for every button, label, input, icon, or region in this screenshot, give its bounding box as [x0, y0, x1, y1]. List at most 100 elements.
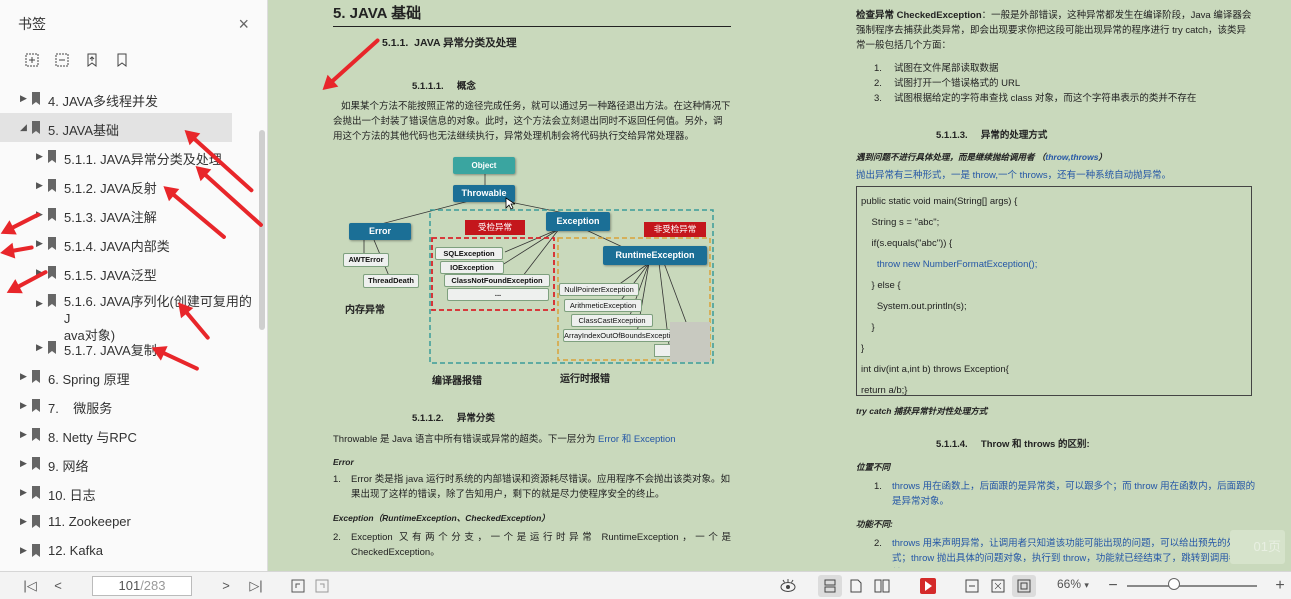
node-sqlexception: SQLException: [435, 247, 503, 260]
node-object: Object: [453, 157, 515, 174]
bookmark-icon: [48, 150, 56, 163]
tree-item-7[interactable]: ▶ 7. 微服务: [0, 391, 257, 420]
expand-arrow-icon[interactable]: ▶: [20, 487, 30, 498]
first-page-icon[interactable]: |◁: [18, 575, 42, 597]
bookmark-icon: [32, 121, 40, 134]
fit-width-icon[interactable]: [960, 575, 984, 597]
expand-arrow-icon[interactable]: ▶: [20, 545, 30, 556]
bookmark-icon: [32, 92, 40, 105]
eye-protection-icon[interactable]: [776, 575, 800, 597]
code-line: }: [861, 322, 875, 333]
tree-item-4[interactable]: ▶ 4. JAVA多线程并发: [0, 84, 257, 113]
play-icon[interactable]: [916, 575, 940, 597]
category-link-text: Error 和 Exception: [597, 434, 676, 445]
tree-item-5-1-7[interactable]: ▶ 5.1.7. JAVA复制: [0, 333, 257, 362]
code-line: throw new NumberFormatException();: [861, 259, 1038, 270]
bookmark-icon[interactable]: [114, 52, 130, 68]
collapse-arrow-icon[interactable]: ◢: [20, 122, 30, 133]
expand-arrow-icon[interactable]: ▶: [20, 93, 30, 104]
single-page-icon[interactable]: [844, 575, 868, 597]
previous-page-icon[interactable]: <: [46, 575, 70, 597]
tree-item-label-line1: 5.1.6. JAVA序列化(创建可复用的J: [63, 294, 252, 326]
tree-item-label: 10. 日志: [48, 488, 96, 503]
tree-item-11[interactable]: ▶ 11. Zookeeper: [0, 507, 257, 536]
zoom-dropdown-icon[interactable]: ▾: [1084, 580, 1089, 590]
expand-arrow-icon[interactable]: ▶: [20, 458, 30, 469]
throw-heading-text: 遇到问题不进行具体处理，而是继续抛给调用者 （: [856, 152, 1046, 162]
tree-item-label: 8. Netty 与RPC: [48, 430, 137, 445]
sidebar-header: 书签 ×: [0, 0, 267, 48]
code-line: int div(int a,int b) throws Exception{: [861, 364, 1009, 375]
list-item: 3. 试图根据给定的字符串查找 class 对象，而这个字符串表示的类并不存在: [874, 93, 1197, 104]
fit-page-icon[interactable]: [986, 575, 1010, 597]
expand-arrow-icon[interactable]: ▶: [20, 371, 30, 382]
throw-heading-close: ）: [1098, 152, 1107, 162]
code-line: public static void main(String[] args) {: [861, 196, 1018, 207]
node-nullpointerexception: NullPointerException: [559, 283, 639, 296]
bottom-toolbar: |◁ < 101/283 > ▷| 66% ▾ − +: [0, 571, 1291, 599]
error-list-item: 1. Error 类是指 java 运行时系统的内部错误和资源耗尽错误。应用程序…: [333, 472, 731, 502]
continuous-view-icon[interactable]: [818, 574, 842, 597]
rotate-right-icon[interactable]: [310, 575, 334, 597]
tree-item-label: 11. Zookeeper: [48, 514, 131, 529]
zoom-slider-thumb[interactable]: [1168, 578, 1180, 590]
bookmark-up-icon[interactable]: [84, 52, 100, 68]
node-classcastexception: ClassCastException: [571, 314, 653, 327]
zoom-out-icon[interactable]: −: [1101, 575, 1125, 597]
checked-exception-term: 检查异常 CheckedException: [856, 10, 982, 21]
exception-list-item: 2. Exception 又有两个分支，一个是运行时异常 RuntimeExce…: [333, 530, 731, 560]
node-exception: Exception: [546, 212, 610, 231]
diagram-lines: [363, 174, 714, 364]
tree-item-9[interactable]: ▶ 9. 网络: [0, 449, 257, 478]
last-page-icon[interactable]: ▷|: [244, 575, 268, 597]
expand-arrow-icon[interactable]: ▶: [36, 151, 46, 162]
sidebar-scrollbar[interactable]: [259, 130, 265, 330]
diagram-image-fragment: [670, 322, 710, 362]
node-awterror: AWTError: [343, 253, 389, 267]
node-threaddeath: ThreadDeath: [363, 274, 419, 288]
list-item: 1. 试图在文件尾部读取数据: [874, 63, 999, 74]
zoom-slider-track[interactable]: [1127, 585, 1257, 587]
current-page: 101: [118, 578, 141, 593]
dual-page-icon[interactable]: [870, 575, 894, 597]
tree-item-label: 7. 微服务: [48, 401, 113, 416]
bookmark-icon: [32, 370, 40, 383]
node-arithmeticexception: ArithmeticException: [564, 299, 642, 312]
rotate-left-icon[interactable]: [286, 575, 310, 597]
tree-item-label: 6. Spring 原理: [48, 372, 130, 387]
expand-arrow-icon[interactable]: ▶: [20, 400, 30, 411]
bookmark-tree: ▶ 4. JAVA多线程并发 ◢ 5. JAVA基础 ▶ 5.1.1. JAVA…: [0, 84, 257, 565]
expand-arrow-icon[interactable]: ▶: [36, 180, 46, 191]
sidebar-toolbar: [0, 48, 267, 72]
page-number-input[interactable]: 101/283: [92, 575, 192, 596]
tree-item-6[interactable]: ▶ 6. Spring 原理: [0, 362, 257, 391]
label-memory-exception: 内存异常: [345, 305, 385, 316]
add-bookmark-icon[interactable]: [24, 52, 40, 68]
tree-item-12[interactable]: ▶ 12. Kafka: [0, 536, 257, 565]
tree-item-8[interactable]: ▶ 8. Netty 与RPC: [0, 420, 257, 449]
bookmark-icon: [48, 341, 56, 354]
code-line: if(s.equals("abc")) {: [861, 238, 953, 249]
close-icon[interactable]: ×: [238, 14, 249, 35]
zoom-level[interactable]: 66% ▾: [1057, 577, 1089, 591]
sidebar-title: 书签: [18, 16, 46, 32]
tree-item-5-1-6[interactable]: ▶ 5.1.6. JAVA序列化(创建可复用的J ava对象): [0, 287, 257, 343]
next-page-icon[interactable]: >: [214, 575, 238, 597]
expand-arrow-icon[interactable]: ▶: [20, 429, 30, 440]
tree-item-label: 9. 网络: [48, 459, 89, 474]
tree-item-5-1-1[interactable]: ▶ 5.1.1. JAVA异常分类及处理: [0, 142, 257, 171]
expand-arrow-icon[interactable]: ▶: [20, 516, 30, 527]
error-item-text: Error 类是指 java 运行时系统的内部错误和资源耗尽错误。应用程序不会抛…: [351, 474, 730, 500]
tree-item-10[interactable]: ▶ 10. 日志: [0, 478, 257, 507]
expand-arrow-icon[interactable]: ▶: [36, 295, 46, 312]
total-pages: /283: [140, 578, 166, 593]
mouse-cursor-icon: [505, 197, 515, 210]
actual-size-icon[interactable]: [1012, 574, 1036, 597]
remove-bookmark-icon[interactable]: [54, 52, 70, 68]
expand-arrow-icon[interactable]: ▶: [36, 342, 46, 353]
zoom-in-icon[interactable]: +: [1268, 575, 1291, 597]
bookmark-icon: [32, 457, 40, 470]
tree-item-5[interactable]: ◢ 5. JAVA基础: [0, 113, 232, 142]
expand-arrow-icon[interactable]: ▶: [36, 238, 46, 249]
tree-item-label: 4. JAVA多线程并发: [48, 94, 159, 109]
